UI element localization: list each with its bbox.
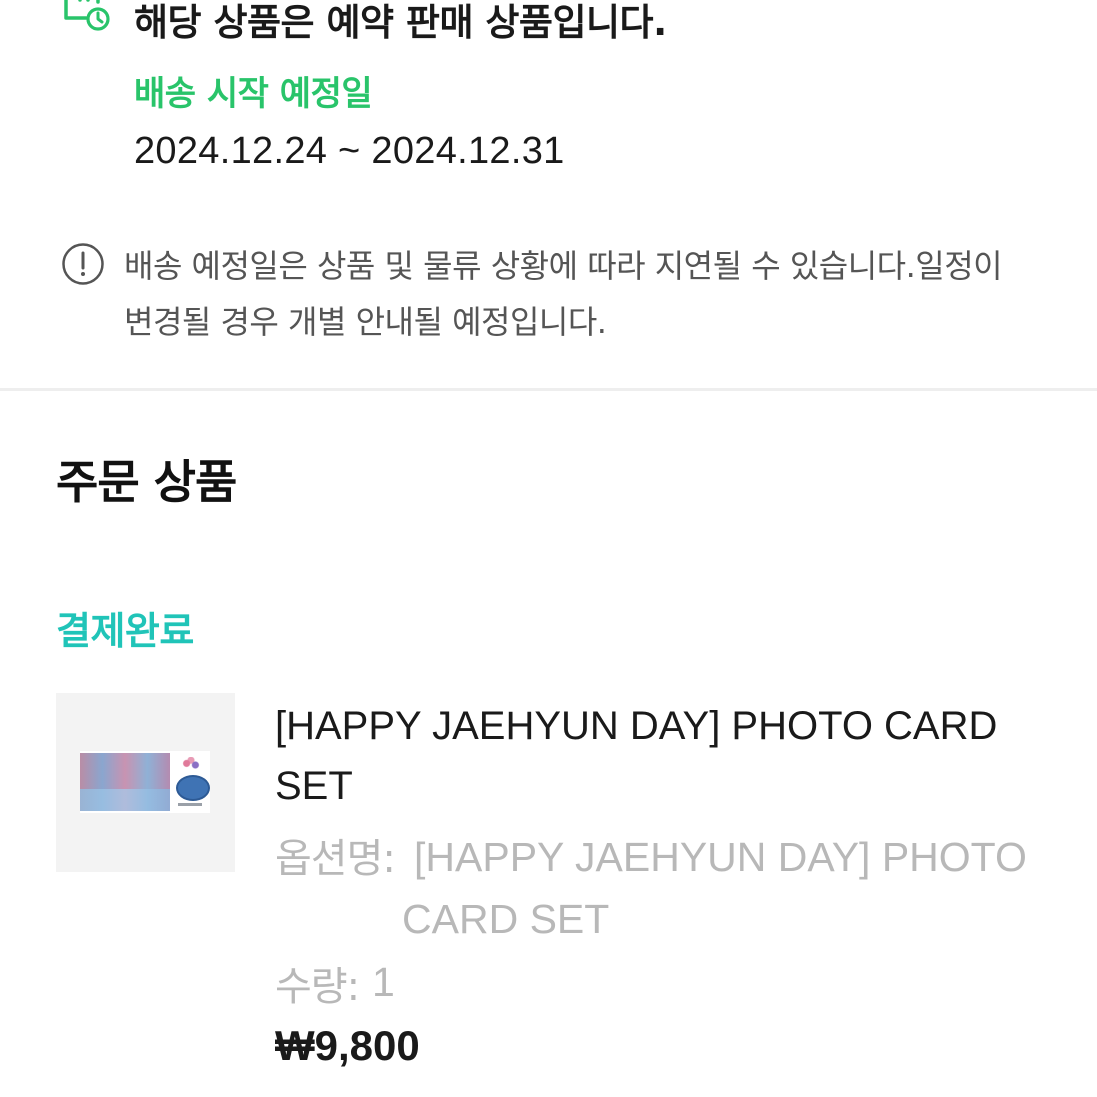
shipping-start-label: 배송 시작 예정일	[134, 74, 373, 114]
shipping-date-range: 2024.12.24 ~ 2024.12.31	[134, 130, 565, 172]
quantity-label: 수량:	[275, 964, 360, 1010]
cake-image	[176, 775, 210, 801]
photo-cards-image	[80, 753, 170, 811]
quantity-value: 1	[372, 959, 395, 1005]
product-name[interactable]: [HAPPY JAEHYUN DAY] PHOTO CARD SET	[275, 696, 1075, 816]
photo-card-set-image	[80, 751, 210, 813]
calendar-clock-icon	[58, 0, 114, 40]
order-items-title: 주문 상품	[56, 455, 237, 509]
preorder-notice-title: 해당 상품은 예약 판매 상품입니다.	[134, 1, 667, 44]
shipping-delay-notice: 배송 예정일은 상품 및 물류 상황에 따라 지연될 수 있습니다.일정이 변경…	[124, 247, 1003, 341]
info-circle-icon	[61, 242, 105, 286]
product-thumbnail[interactable]	[56, 693, 235, 872]
product-price: ₩9,800	[275, 1022, 420, 1069]
option-label: 옵션명:	[275, 836, 396, 882]
balloons-image	[180, 757, 202, 773]
order-status-badge: 결제완료	[56, 609, 194, 653]
thumbnail-caption-mark	[178, 803, 202, 806]
section-divider	[0, 388, 1097, 391]
option-value: [HAPPY JAEHYUN DAY] PHOTO CARD SET	[402, 834, 1027, 942]
